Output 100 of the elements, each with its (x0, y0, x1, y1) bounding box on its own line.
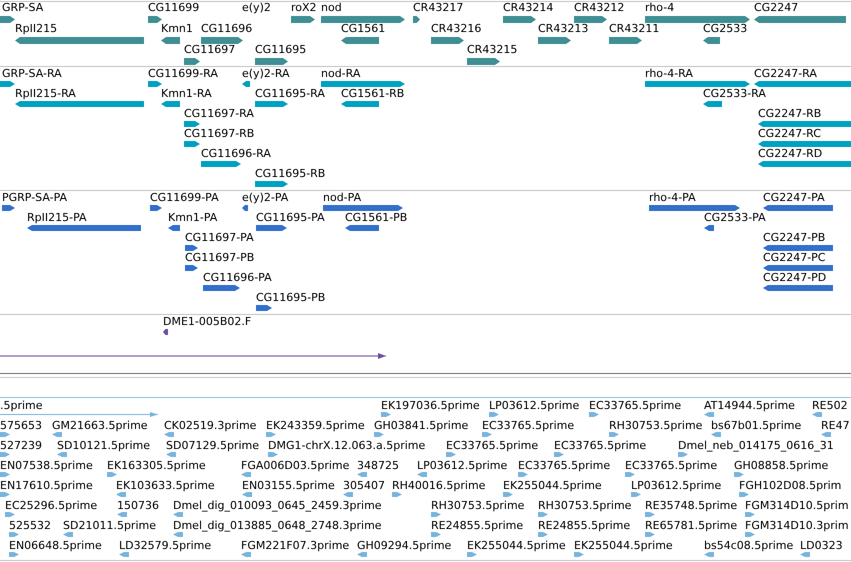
feature-label: RH40016.5prime (392, 480, 486, 492)
feature-label: GH09294.5prime (357, 540, 452, 552)
feature-label: EC33765.5prime (625, 460, 718, 472)
feature-label: CK02519.3prime (164, 420, 256, 432)
feature-label: Kmn1-RA (161, 88, 212, 100)
feature-label: CG2247 (754, 2, 798, 14)
feature-label: CG11695-PB (256, 292, 326, 304)
feature-label: FGA006D03.5prime (241, 460, 350, 472)
feature-label: DMG1-chrX.12.063.a.5prime (268, 440, 426, 452)
feature-label: Kmn1 (161, 23, 193, 35)
feature-label: nod-PA (323, 192, 362, 204)
feature-label: RE24855.5prime (538, 520, 630, 532)
feature-label: LP03612.5prime (631, 480, 722, 492)
feature-label: CG2247-PC (763, 252, 826, 264)
feature-label: SD21011.5prime (63, 520, 156, 532)
feature-label: FGM314D10.3prim (745, 520, 849, 532)
feature-label: 348725 (357, 460, 399, 472)
feature-label: CG11695 (255, 44, 306, 56)
feature-label: CG11695-RB (255, 168, 326, 180)
feature-label: RE65781.5prime (645, 520, 738, 532)
feature-label: nod (321, 2, 342, 14)
feature-label: RpII215-RA (15, 88, 76, 100)
feature-label: CG11699 (148, 2, 200, 14)
feature-label: EK255044.5prime (503, 480, 602, 492)
feature-label: CG2533-PA (704, 212, 766, 224)
feature-label: .5prime (0, 400, 43, 412)
feature-label: FGM314D10.5prim (745, 500, 849, 512)
feature-label: Dmel_neb_014175_0616_31 (678, 440, 834, 452)
feature-label: CG2247-RD (758, 148, 822, 160)
feature-label: CG11697-RB (184, 128, 254, 140)
feature-label: CG11696-PA (203, 272, 272, 284)
feature-label: rho-4-PA (649, 192, 696, 204)
feature-label: EK103633.5prime (116, 480, 215, 492)
feature-label: e(y)2 (242, 2, 271, 14)
feature-label: Dmel_dig_013885_0648_2748.3prime (173, 520, 382, 532)
feature-label: EN17610.5prime (0, 480, 93, 492)
feature-label: GRP-SA-RA (2, 68, 62, 80)
feature-label: CR43212 (574, 2, 624, 14)
feature-label: CG11696 (201, 23, 252, 35)
feature-label: CG2247-PD (763, 272, 826, 284)
feature-label: 525532 (9, 520, 51, 532)
feature-label: RpII215-PA (27, 212, 87, 224)
feature-label: nod-RA (321, 68, 360, 80)
feature-label: EK255044.5prime (467, 540, 566, 552)
feature-label: GH03841.5prime (374, 420, 468, 432)
feature-label: CR43211 (609, 23, 660, 35)
feature-label: e(y)2-RA (242, 68, 290, 80)
feature-label: CG2247-PB (763, 232, 826, 244)
feature-label: 305407 (343, 480, 385, 492)
feature-label: CR43215 (467, 44, 518, 56)
feature-label: bs67b01.5prime (711, 420, 802, 432)
feature-label: 575653 (0, 420, 42, 432)
feature-label: EC33765.5prime (518, 460, 610, 472)
feature-label: LD32579.5prime (119, 540, 212, 552)
feature-label: EN06648.5prime (9, 540, 102, 552)
feature-label: CR43217 (413, 2, 464, 14)
feature-label: EN07538.5prime (0, 460, 93, 472)
feature-label: rho-4-RA (645, 68, 693, 80)
feature-label: AT14944.5prime (704, 400, 795, 412)
feature-label: EK243359.5prime (266, 420, 365, 432)
feature-label: CG1561-PB (345, 212, 408, 224)
feature-label: EC33765.5prime (482, 420, 574, 432)
feature-label: GH08858.5prime (734, 460, 828, 472)
feature-label: CR43216 (431, 23, 482, 35)
feature-label: EK197036.5prime (381, 400, 480, 412)
feature-label: roX2 (291, 2, 317, 14)
feature-label: CG2247-PA (763, 192, 825, 204)
feature-label: RH30753.5prime (538, 500, 632, 512)
feature-label: EK163305.5prime (107, 460, 206, 472)
feature-label: CG11695-PA (256, 212, 325, 224)
feature-label: CG1561-RB (341, 88, 404, 100)
feature-label: EC33765.5prime (554, 440, 646, 452)
feature-label: EC25296.5prime (5, 500, 98, 512)
feature-label: CG2247-RA (754, 68, 817, 80)
feature-label: RpII215 (15, 23, 58, 35)
feature-label: CG11697-PA (185, 232, 254, 244)
feature-label: Kmn1-PA (168, 212, 218, 224)
feature-label: rho-4 (645, 2, 674, 14)
feature-label: GRP-SA (2, 2, 44, 14)
feature-label: RH30753.5prime (609, 420, 702, 432)
feature-label: CG11699-RA (148, 68, 218, 80)
feature-label: CG2247-RB (758, 108, 822, 120)
feature-label: Dmel_dig_010093_0645_2459.3prime (173, 500, 382, 512)
feature-label: bs54c08.5prime (704, 540, 794, 552)
feature-label: DME1-005B02.F (163, 316, 252, 328)
feature-label: CG11695-RA (255, 88, 325, 100)
feature-label: CR43213 (538, 23, 588, 35)
feature-label: FGM221F07.3prime (241, 540, 350, 552)
feature-label: LD0323 (800, 540, 843, 552)
feature-label: CG2533 (703, 23, 748, 35)
feature-label: LP03612.5prime (417, 460, 508, 472)
feature-label: SD07129.5prime (166, 440, 259, 452)
feature-label: CG11697-PB (185, 252, 254, 264)
feature-label: FGH102D08.5prim (739, 480, 842, 492)
feature-label: CG11697-RA (184, 108, 254, 120)
feature-label: e(y)2-PA (242, 192, 288, 204)
feature-label: RE47 (821, 420, 850, 432)
feature-label: RH30753.5prime (431, 500, 524, 512)
feature-label: CG1561 (341, 23, 386, 35)
feature-label: RE24855.5prime (431, 520, 524, 532)
